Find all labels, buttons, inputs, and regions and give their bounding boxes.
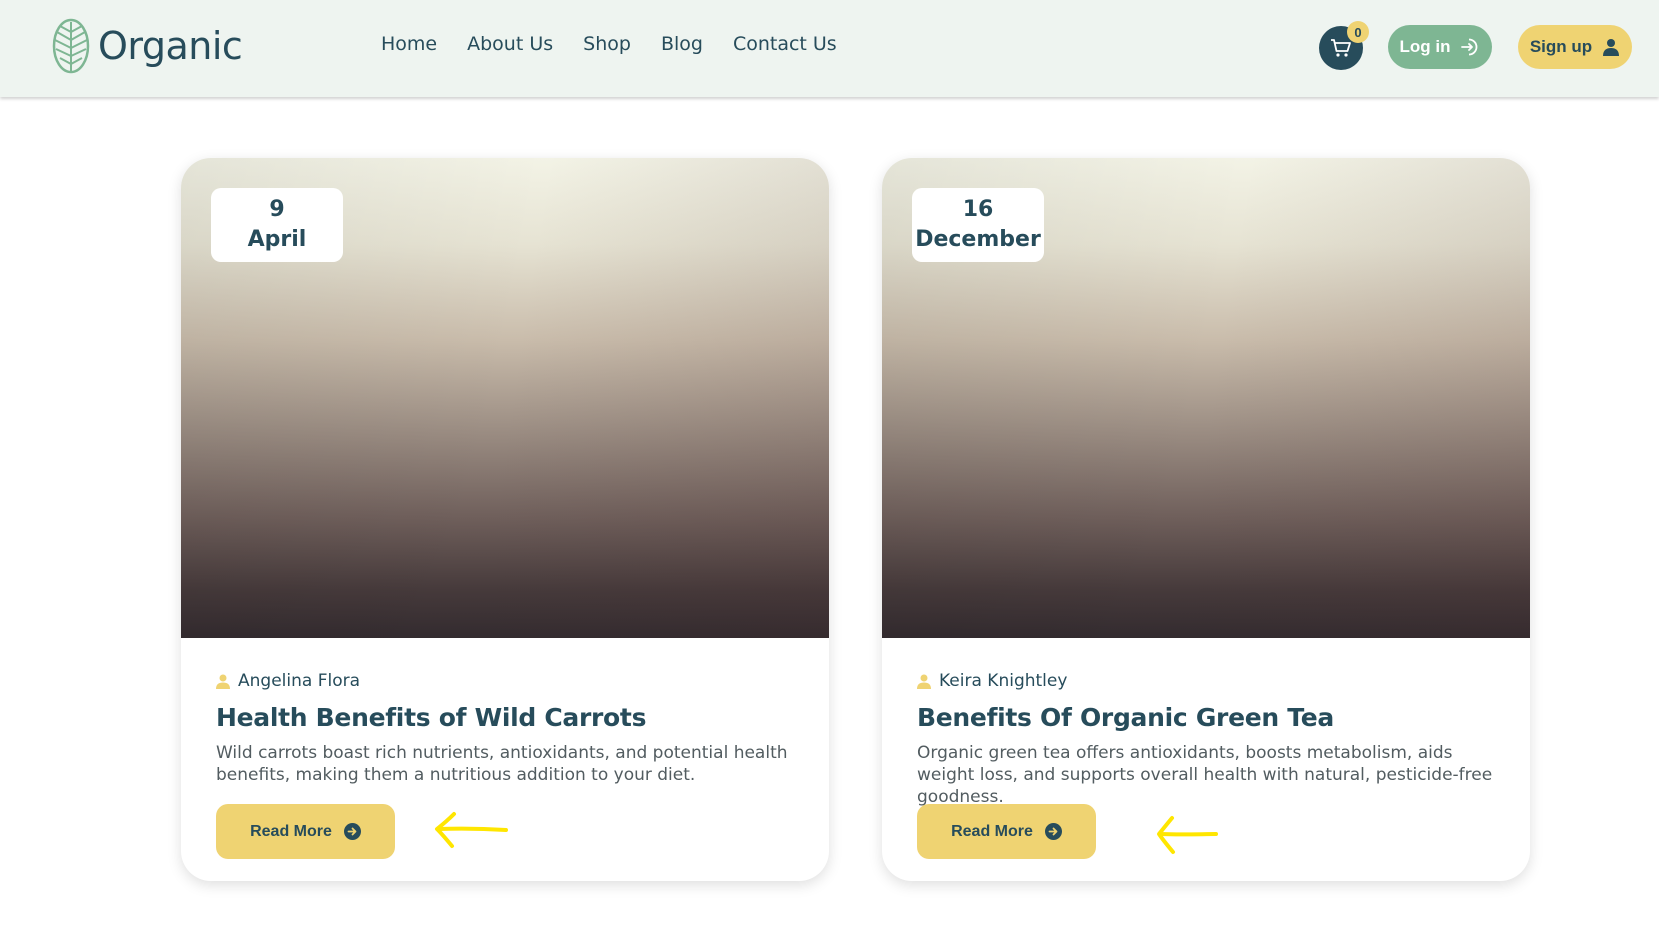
post-author: Angelina Flora xyxy=(216,671,806,691)
post-title[interactable]: Benefits Of Organic Green Tea xyxy=(917,703,1507,732)
login-button[interactable]: Log in xyxy=(1388,25,1492,69)
nav-about-us[interactable]: About Us xyxy=(467,33,553,55)
blog-card-body: Keira Knightley Benefits Of Organic Gree… xyxy=(917,671,1507,808)
brand-logo[interactable]: Organic xyxy=(52,18,243,74)
annotation-arrow-icon xyxy=(1157,816,1218,854)
read-more-label: Read More xyxy=(951,822,1033,840)
arrow-right-circle-icon xyxy=(343,823,361,840)
annotation-arrow-icon xyxy=(435,812,508,848)
arrow-right-circle-icon xyxy=(1044,823,1062,840)
main-nav: Home About Us Shop Blog Contact Us xyxy=(381,33,867,55)
author-icon xyxy=(216,674,230,689)
nav-blog[interactable]: Blog xyxy=(661,33,703,55)
blog-card: 16 December Keira Knightley Benefits Of … xyxy=(882,158,1530,881)
blog-card-body: Angelina Flora Health Benefits of Wild C… xyxy=(216,671,806,786)
date-badge: 9 April xyxy=(211,188,343,262)
nav-shop[interactable]: Shop xyxy=(583,33,631,55)
nav-home[interactable]: Home xyxy=(381,33,437,55)
cart-count-badge: 0 xyxy=(1347,21,1369,43)
date-day: 16 xyxy=(962,197,994,222)
post-title[interactable]: Health Benefits of Wild Carrots xyxy=(216,703,806,732)
post-excerpt: Organic green tea offers antioxidants, b… xyxy=(917,743,1493,807)
site-header: Organic Home About Us Shop Blog Contact … xyxy=(0,0,1659,97)
author-name: Angelina Flora xyxy=(238,671,361,691)
nav-contact-us[interactable]: Contact Us xyxy=(733,33,837,55)
post-excerpt: Wild carrots boast rich nutrients, antio… xyxy=(216,743,788,785)
post-author: Keira Knightley xyxy=(917,671,1507,691)
login-icon xyxy=(1461,38,1478,56)
author-name: Keira Knightley xyxy=(939,671,1068,691)
user-icon xyxy=(1603,39,1620,56)
read-more-label: Read More xyxy=(250,822,332,840)
login-label: Log in xyxy=(1399,37,1451,56)
brand-name: Organic xyxy=(98,24,243,68)
date-day: 9 xyxy=(269,197,285,222)
signup-label: Sign up xyxy=(1529,37,1593,56)
author-icon xyxy=(917,674,931,689)
read-more-button[interactable]: Read More xyxy=(917,804,1096,859)
leaf-logo-icon xyxy=(52,18,90,74)
cart-icon xyxy=(1331,39,1351,57)
read-more-button[interactable]: Read More xyxy=(216,804,395,859)
signup-button[interactable]: Sign up xyxy=(1518,25,1632,69)
date-month: December xyxy=(915,227,1041,252)
blog-card: 9 April Angelina Flora Health Benefits o… xyxy=(181,158,829,881)
date-month: April xyxy=(247,227,307,252)
date-badge: 16 December xyxy=(912,188,1044,262)
